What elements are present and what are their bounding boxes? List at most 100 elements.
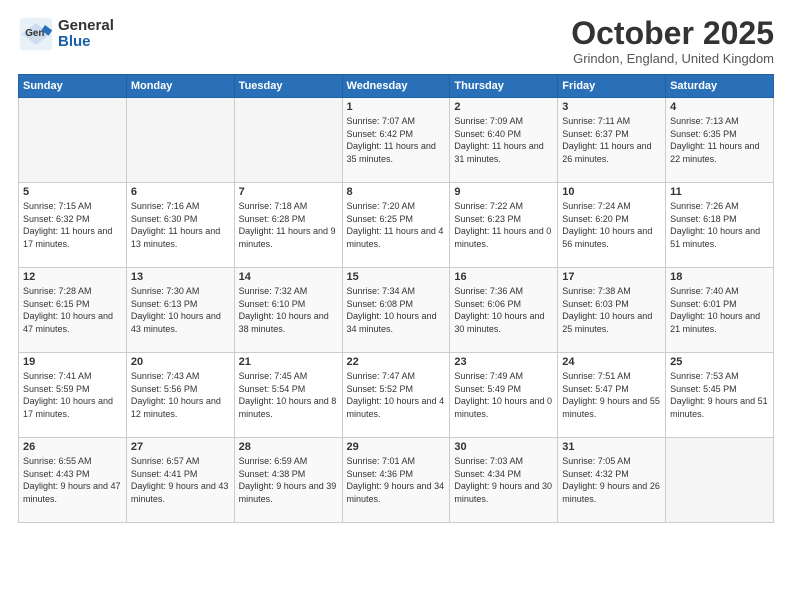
day-number: 4 [670,101,769,113]
calendar-day-header: Saturday [666,75,774,98]
day-info: Sunrise: 7:22 AMSunset: 6:23 PMDaylight:… [454,200,553,250]
day-info: Sunrise: 7:16 AMSunset: 6:30 PMDaylight:… [131,200,230,250]
day-info: Sunrise: 7:36 AMSunset: 6:06 PMDaylight:… [454,285,553,335]
day-info: Sunrise: 7:41 AMSunset: 5:59 PMDaylight:… [23,370,122,420]
logo-text: General Blue [58,18,114,51]
page: Gen General Blue October 2025 Grindon, E… [0,0,792,612]
calendar-day-header: Monday [126,75,234,98]
header: Gen General Blue October 2025 Grindon, E… [18,16,774,66]
calendar-cell [234,98,342,183]
day-info: Sunrise: 7:13 AMSunset: 6:35 PMDaylight:… [670,115,769,165]
calendar-cell: 15Sunrise: 7:34 AMSunset: 6:08 PMDayligh… [342,268,450,353]
day-number: 26 [23,441,122,453]
calendar-cell: 28 Sunrise: 6:59 AMSunset: 4:38 PMDayligh… [234,438,342,523]
calendar-cell: 19Sunrise: 7:41 AMSunset: 5:59 PMDayligh… [19,353,127,438]
day-number: 10 [562,186,661,198]
day-number: 1 [347,101,446,113]
day-number: 20 [131,356,230,368]
day-info: Sunrise: 7:47 AMSunset: 5:52 PMDaylight:… [347,370,446,420]
calendar-cell: 10 Sunrise: 7:24 AMSunset: 6:20 PMDayligh… [558,183,666,268]
day-info: Sunrise: 7:24 AMSunset: 6:20 PMDaylight:… [562,200,661,250]
day-number: 30 [454,441,553,453]
calendar-week-row: 26 Sunrise: 6:55 AMSunset: 4:43 PMDayligh… [19,438,774,523]
day-number: 28 [239,441,338,453]
calendar-cell: 29 Sunrise: 7:01 AMSunset: 4:36 PMDayligh… [342,438,450,523]
logo-icon: Gen [18,16,54,52]
calendar-cell: 21Sunrise: 7:45 AMSunset: 5:54 PMDayligh… [234,353,342,438]
calendar-cell: 6 Sunrise: 7:16 AMSunset: 6:30 PMDaylight… [126,183,234,268]
calendar-cell: 1 Sunrise: 7:07 AMSunset: 6:42 PMDaylight… [342,98,450,183]
day-number: 2 [454,101,553,113]
day-number: 6 [131,186,230,198]
calendar-cell: 26 Sunrise: 6:55 AMSunset: 4:43 PMDayligh… [19,438,127,523]
calendar-cell: 22 Sunrise: 7:47 AMSunset: 5:52 PMDayligh… [342,353,450,438]
day-info: Sunrise: 7:07 AMSunset: 6:42 PMDaylight:… [347,115,446,165]
month-title: October 2025 [571,16,774,51]
day-info: Sunrise: 7:38 AMSunset: 6:03 PMDaylight:… [562,285,661,335]
day-number: 7 [239,186,338,198]
day-info: Sunrise: 7:26 AMSunset: 6:18 PMDaylight:… [670,200,769,250]
day-info: Sunrise: 6:59 AMSunset: 4:38 PMDaylight:… [239,455,338,505]
calendar-cell: 24Sunrise: 7:51 AMSunset: 5:47 PMDayligh… [558,353,666,438]
day-info: Sunrise: 7:28 AMSunset: 6:15 PMDaylight:… [23,285,122,335]
location: Grindon, England, United Kingdom [571,51,774,66]
calendar-week-row: 5 Sunrise: 7:15 AMSunset: 6:32 PMDaylight… [19,183,774,268]
logo: Gen General Blue [18,16,114,52]
calendar-cell: 30 Sunrise: 7:03 AMSunset: 4:34 PMDayligh… [450,438,558,523]
day-number: 8 [347,186,446,198]
day-number: 27 [131,441,230,453]
day-number: 5 [23,186,122,198]
calendar-cell: 18 Sunrise: 7:40 AMSunset: 6:01 PMDayligh… [666,268,774,353]
title-section: October 2025 Grindon, England, United Ki… [571,16,774,66]
day-info: Sunrise: 7:40 AMSunset: 6:01 PMDaylight:… [670,285,769,335]
day-number: 23 [454,356,553,368]
day-number: 9 [454,186,553,198]
calendar-cell: 31Sunrise: 7:05 AMSunset: 4:32 PMDayligh… [558,438,666,523]
calendar-day-header: Friday [558,75,666,98]
day-number: 11 [670,186,769,198]
day-number: 14 [239,271,338,283]
calendar-week-row: 19Sunrise: 7:41 AMSunset: 5:59 PMDayligh… [19,353,774,438]
day-info: Sunrise: 7:01 AMSunset: 4:36 PMDaylight:… [347,455,446,505]
calendar-cell [666,438,774,523]
day-number: 29 [347,441,446,453]
calendar: SundayMondayTuesdayWednesdayThursdayFrid… [18,74,774,523]
day-number: 17 [562,271,661,283]
calendar-cell: 25Sunrise: 7:53 AMSunset: 5:45 PMDayligh… [666,353,774,438]
day-info: Sunrise: 7:49 AMSunset: 5:49 PMDaylight:… [454,370,553,420]
day-number: 22 [347,356,446,368]
calendar-cell: 16Sunrise: 7:36 AMSunset: 6:06 PMDayligh… [450,268,558,353]
calendar-cell [126,98,234,183]
calendar-cell: 14 Sunrise: 7:32 AMSunset: 6:10 PMDayligh… [234,268,342,353]
calendar-day-header: Wednesday [342,75,450,98]
day-info: Sunrise: 7:03 AMSunset: 4:34 PMDaylight:… [454,455,553,505]
calendar-cell: 13Sunrise: 7:30 AMSunset: 6:13 PMDayligh… [126,268,234,353]
day-info: Sunrise: 6:57 AMSunset: 4:41 PMDaylight:… [131,455,230,505]
calendar-day-header: Tuesday [234,75,342,98]
calendar-cell: 17 Sunrise: 7:38 AMSunset: 6:03 PMDayligh… [558,268,666,353]
logo-blue: Blue [58,34,114,51]
calendar-cell: 9 Sunrise: 7:22 AMSunset: 6:23 PMDaylight… [450,183,558,268]
day-info: Sunrise: 7:11 AMSunset: 6:37 PMDaylight:… [562,115,661,165]
day-info: Sunrise: 7:18 AMSunset: 6:28 PMDaylight:… [239,200,338,250]
calendar-cell: 27 Sunrise: 6:57 AMSunset: 4:41 PMDayligh… [126,438,234,523]
day-info: Sunrise: 7:32 AMSunset: 6:10 PMDaylight:… [239,285,338,335]
day-number: 21 [239,356,338,368]
calendar-cell: 23 Sunrise: 7:49 AMSunset: 5:49 PMDayligh… [450,353,558,438]
day-info: Sunrise: 6:55 AMSunset: 4:43 PMDaylight:… [23,455,122,505]
calendar-cell: 7 Sunrise: 7:18 AMSunset: 6:28 PMDaylight… [234,183,342,268]
calendar-week-row: 1 Sunrise: 7:07 AMSunset: 6:42 PMDaylight… [19,98,774,183]
day-number: 18 [670,271,769,283]
calendar-week-row: 12Sunrise: 7:28 AMSunset: 6:15 PMDayligh… [19,268,774,353]
day-number: 3 [562,101,661,113]
calendar-cell: 8Sunrise: 7:20 AMSunset: 6:25 PMDaylight… [342,183,450,268]
day-info: Sunrise: 7:53 AMSunset: 5:45 PMDaylight:… [670,370,769,420]
logo-general: General [58,18,114,35]
calendar-cell: 3 Sunrise: 7:11 AMSunset: 6:37 PMDaylight… [558,98,666,183]
calendar-cell: 5 Sunrise: 7:15 AMSunset: 6:32 PMDaylight… [19,183,127,268]
day-info: Sunrise: 7:15 AMSunset: 6:32 PMDaylight:… [23,200,122,250]
day-info: Sunrise: 7:09 AMSunset: 6:40 PMDaylight:… [454,115,553,165]
calendar-day-header: Thursday [450,75,558,98]
calendar-cell: 2 Sunrise: 7:09 AMSunset: 6:40 PMDaylight… [450,98,558,183]
day-info: Sunrise: 7:05 AMSunset: 4:32 PMDaylight:… [562,455,661,505]
